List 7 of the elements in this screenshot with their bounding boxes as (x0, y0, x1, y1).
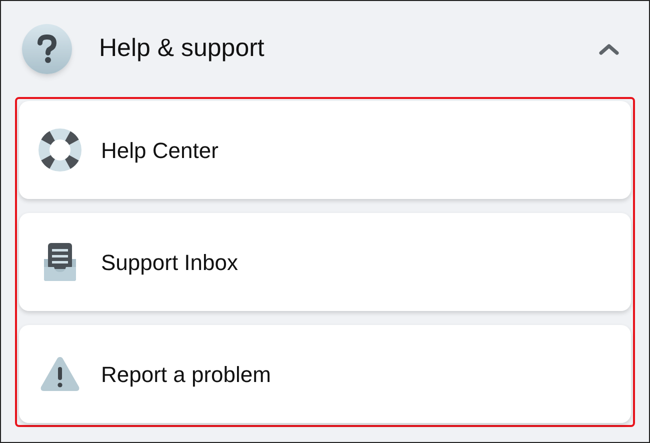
menu-item[interactable]: Support Inbox (19, 213, 631, 311)
lifebuoy-icon (37, 127, 83, 173)
question-mark-icon (22, 24, 72, 74)
menu-item[interactable]: Help Center (19, 101, 631, 199)
caret-icon (599, 43, 619, 55)
menu-item[interactable]: Report a problem (19, 325, 631, 423)
section-title: Help & support (99, 33, 266, 64)
